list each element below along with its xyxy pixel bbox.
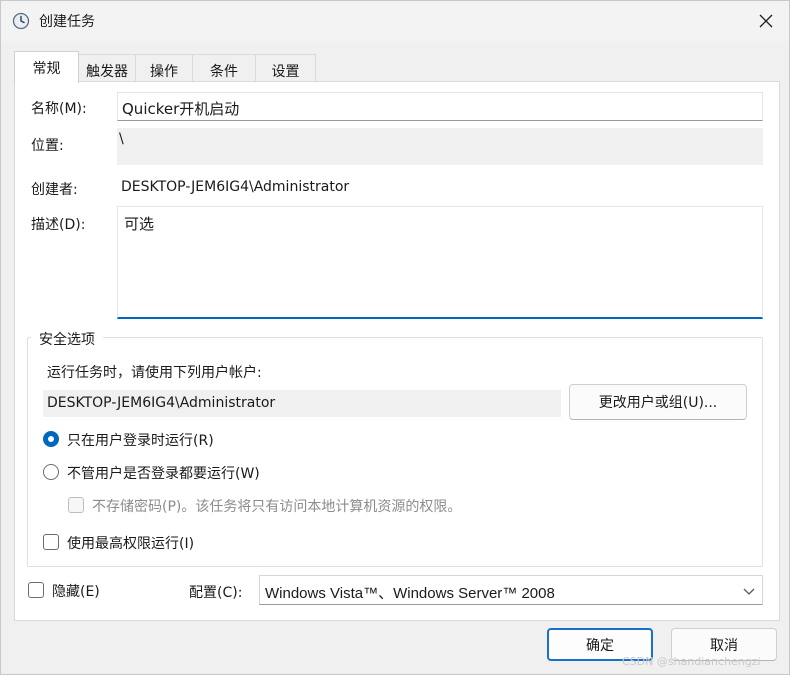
author-label: 创建者: <box>31 182 78 198</box>
hidden-checkbox[interactable] <box>28 582 44 598</box>
create-task-dialog: 创建任务 常规 触发器 操作 条件 设置 名称(M): Quicker开机启动 … <box>0 0 790 675</box>
highest-privileges-checkbox[interactable] <box>43 534 59 550</box>
run-logged-on-label[interactable]: 只在用户登录时运行(R) <box>67 430 214 450</box>
configure-label: 配置(C): <box>189 585 243 601</box>
location-value: \ <box>117 128 763 165</box>
location-label: 位置: <box>31 138 64 154</box>
tab-actions[interactable]: 操作 <box>136 54 193 82</box>
close-button[interactable] <box>743 1 789 41</box>
security-options-title: 安全选项 <box>31 329 103 349</box>
run-whether-logged-on-label[interactable]: 不管用户是否登录都要运行(W) <box>67 463 260 483</box>
title-bar: 创建任务 <box>1 1 789 41</box>
configure-select[interactable]: Windows Vista™、Windows Server™ 2008 <box>259 575 763 605</box>
tab-strip: 常规 触发器 操作 条件 设置 <box>14 51 316 83</box>
description-label: 描述(D): <box>31 217 86 233</box>
tab-triggers[interactable]: 触发器 <box>79 54 136 82</box>
tab-settings[interactable]: 设置 <box>256 54 316 82</box>
no-store-password-checkbox[interactable] <box>68 497 84 513</box>
watermark-text: CSDN @shandianchengzi <box>622 655 761 668</box>
tab-general[interactable]: 常规 <box>14 51 79 83</box>
name-input[interactable]: Quicker开机启动 <box>117 92 763 121</box>
run-whether-logged-on-radio[interactable] <box>43 464 59 480</box>
change-user-button[interactable]: 更改用户或组(U)... <box>569 384 747 420</box>
highest-privileges-label[interactable]: 使用最高权限运行(I) <box>67 533 194 553</box>
name-label: 名称(M): <box>31 101 87 117</box>
close-icon <box>759 14 773 28</box>
window-title: 创建任务 <box>39 14 95 30</box>
tab-conditions[interactable]: 条件 <box>193 54 256 82</box>
chevron-down-icon <box>743 588 755 595</box>
description-textarea[interactable]: 可选 <box>117 206 763 319</box>
run-logged-on-radio[interactable] <box>43 431 59 447</box>
no-store-password-label: 不存储密码(P)。该任务将只有访问本地计算机资源的权限。 <box>92 499 462 515</box>
author-value: DESKTOP-JEM6IG4\Administrator <box>121 179 350 195</box>
run-as-label: 运行任务时，请使用下列用户帐户: <box>47 365 262 381</box>
configure-selected-value: Windows Vista™、Windows Server™ 2008 <box>265 585 555 602</box>
hidden-label[interactable]: 隐藏(E) <box>52 581 100 601</box>
clock-icon <box>12 12 30 30</box>
user-account-value: DESKTOP-JEM6IG4\Administrator <box>43 390 561 417</box>
